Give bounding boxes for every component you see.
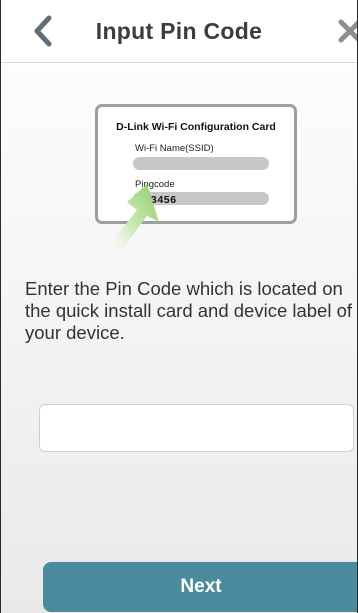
card-title: D-Link Wi-Fi Configuration Card (116, 121, 276, 133)
card-ssid-bar (133, 157, 269, 170)
instructions-text: Enter the Pin Code which is located on t… (25, 278, 353, 343)
next-button[interactable]: Next (43, 562, 357, 612)
header: Input Pin Code (1, 0, 357, 63)
close-icon (338, 19, 357, 43)
pin-code-input[interactable] (39, 404, 354, 452)
card-ssid-label: Wi-Fi Name(SSID) (135, 143, 214, 154)
screen: Input Pin Code D-Link Wi-Fi Configuratio… (0, 0, 358, 613)
close-button[interactable] (335, 16, 357, 46)
page-title: Input Pin Code (95, 18, 263, 44)
pointer-arrow-icon (107, 184, 159, 256)
